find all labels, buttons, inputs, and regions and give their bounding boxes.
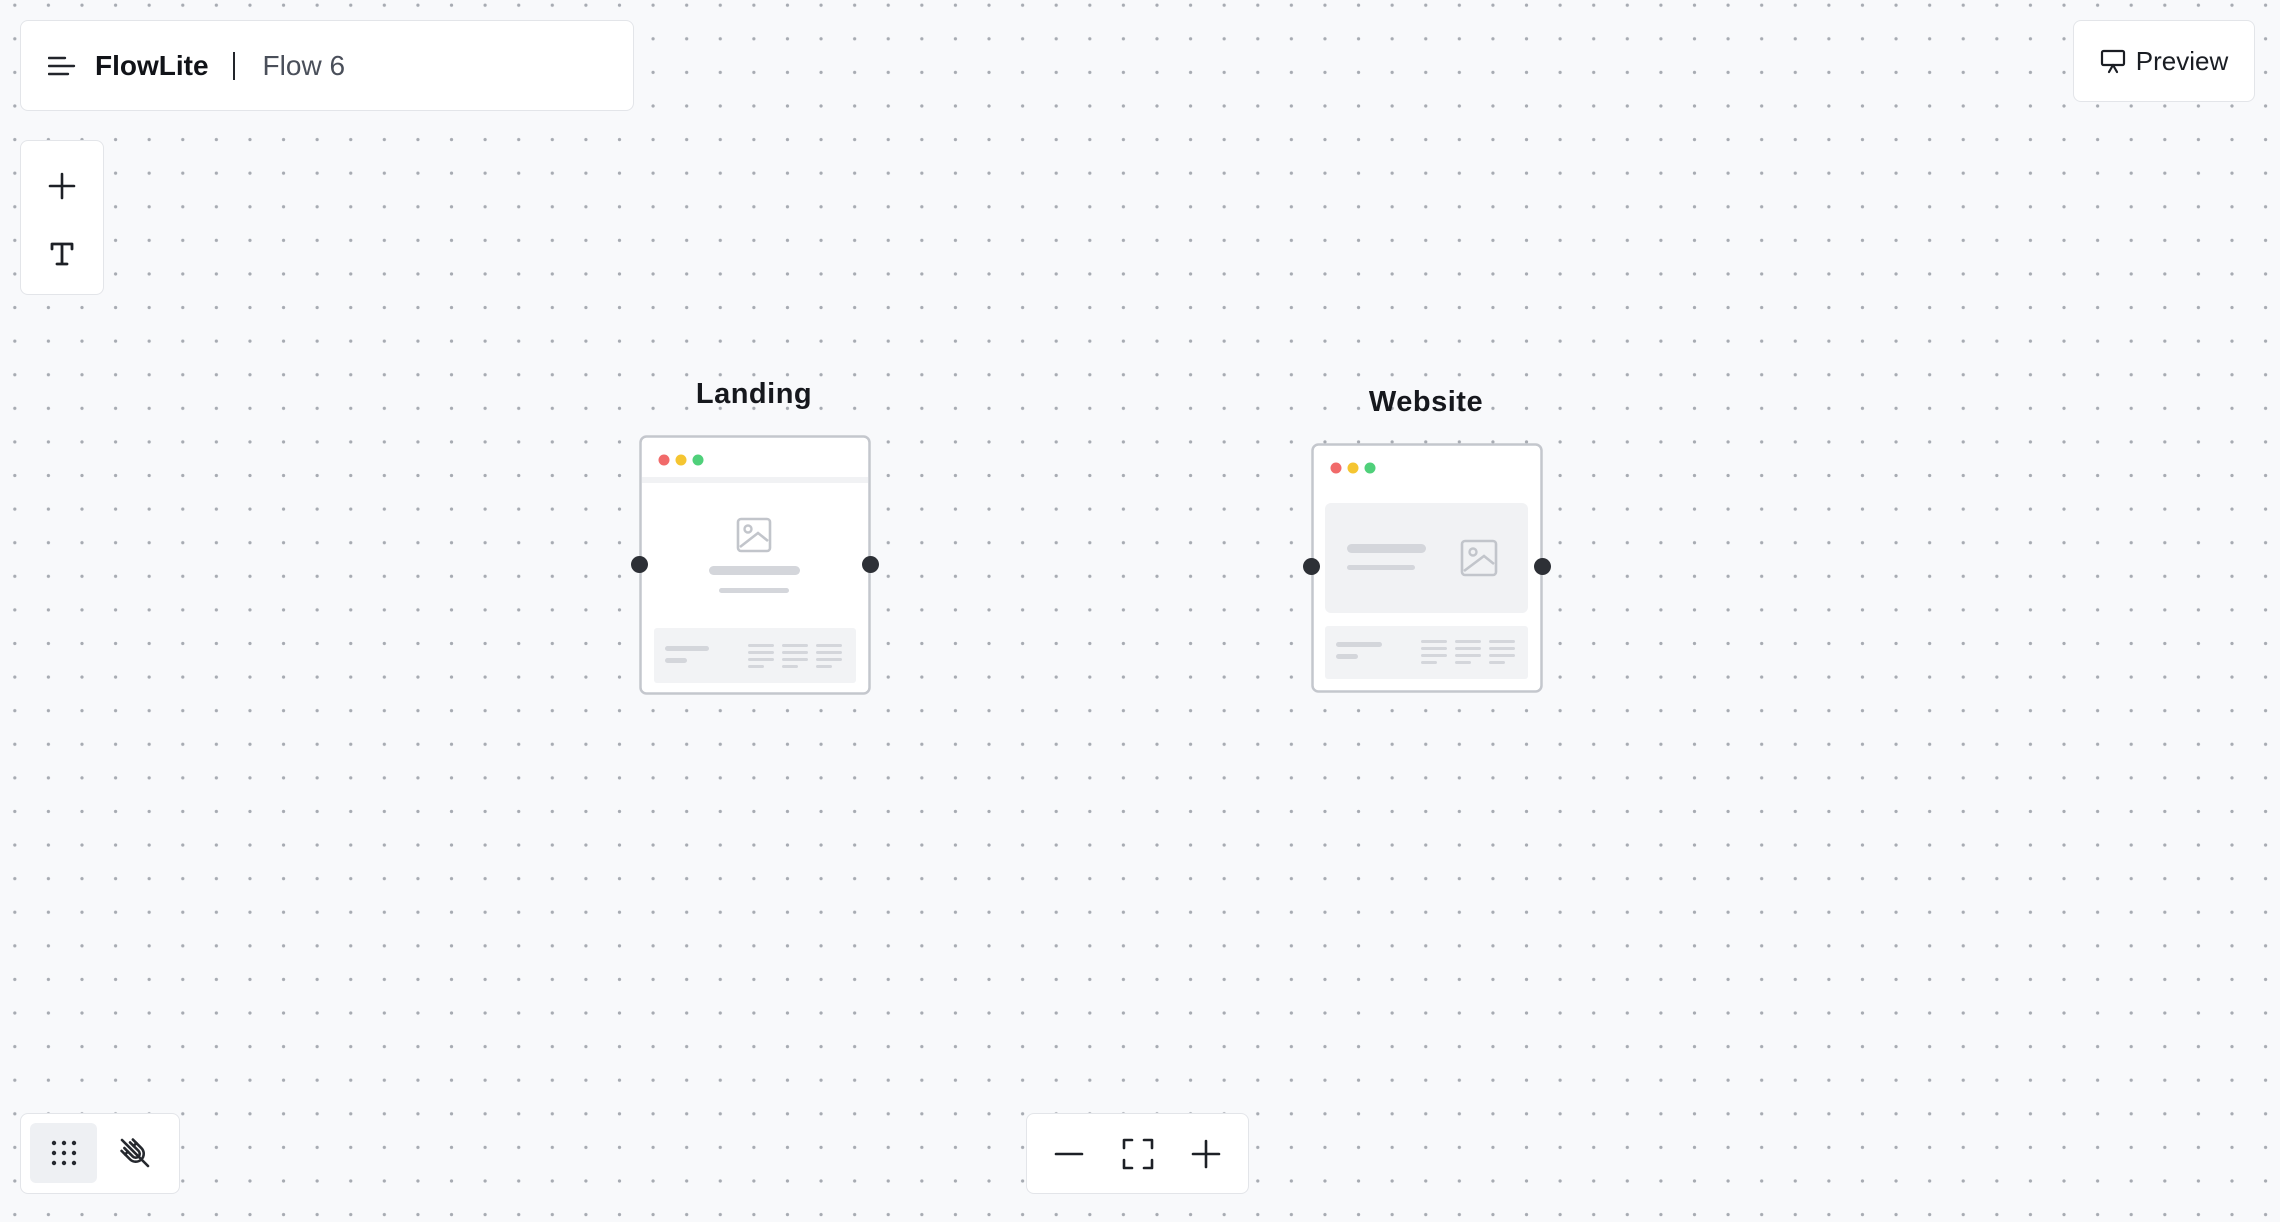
node-handle-left[interactable] [1303, 558, 1320, 575]
node-title-website[interactable]: Website [1306, 386, 1546, 419]
add-node-button[interactable] [37, 161, 87, 211]
node-handle-right[interactable] [862, 556, 879, 573]
minus-icon [1054, 1152, 1084, 1156]
node-landing[interactable] [631, 435, 879, 700]
website-page-thumbnail [1311, 443, 1543, 693]
magnet-off-icon [119, 1138, 149, 1168]
zoom-controls [1026, 1113, 1249, 1194]
tool-panel [20, 140, 104, 295]
text-icon [50, 242, 74, 266]
snap-toggle-button[interactable] [101, 1123, 168, 1183]
header-bar: FlowLite Flow 6 [20, 20, 634, 111]
grid-dots-icon [51, 1140, 76, 1166]
menu-icon [48, 56, 76, 75]
plus-icon [1191, 1139, 1221, 1169]
presentation-icon [2100, 49, 2125, 74]
app-name: FlowLite [95, 49, 209, 81]
node-handle-right[interactable] [1534, 558, 1551, 575]
add-text-button[interactable] [37, 229, 87, 279]
zoom-in-button[interactable] [1178, 1126, 1234, 1182]
fit-view-button[interactable] [1110, 1126, 1166, 1182]
landing-page-thumbnail [639, 435, 871, 695]
canvas-options-panel [20, 1113, 180, 1194]
node-handle-left[interactable] [631, 556, 648, 573]
title-divider [232, 51, 235, 80]
flow-name[interactable]: Flow 6 [263, 50, 345, 82]
menu-button[interactable] [47, 51, 77, 81]
zoom-out-button[interactable] [1041, 1126, 1097, 1182]
plus-icon [48, 172, 76, 200]
fit-screen-icon [1122, 1138, 1154, 1170]
node-website[interactable] [1303, 443, 1551, 698]
preview-button[interactable]: Preview [2073, 20, 2255, 102]
grid-toggle-button[interactable] [30, 1123, 97, 1183]
node-title-landing[interactable]: Landing [634, 378, 874, 411]
preview-label: Preview [2135, 45, 2229, 76]
